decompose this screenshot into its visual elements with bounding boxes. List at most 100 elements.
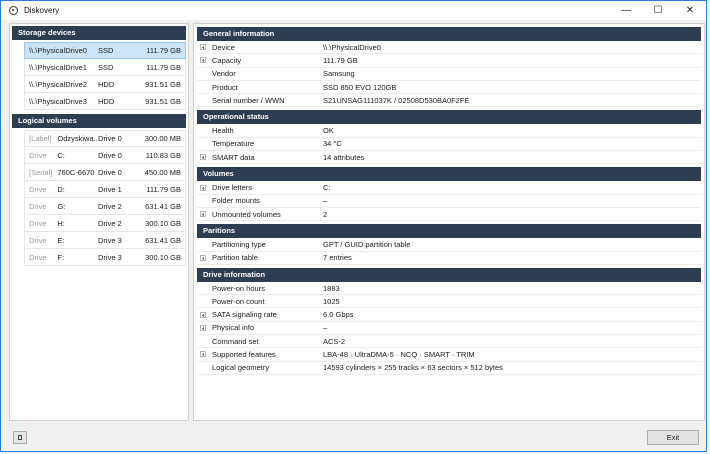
expand-icon[interactable] — [197, 57, 209, 64]
volume-size: 300.10 GB — [145, 218, 181, 228]
property-row[interactable]: Drive letters C: — [197, 181, 701, 195]
property-value: 14593 cylinders × 255 tracks × 63 sector… — [323, 363, 503, 373]
plus-icon — [200, 57, 206, 64]
volume-row[interactable]: [Label] Odzyskiwa... Drive 0 300.00 MB — [24, 130, 186, 147]
property-row[interactable]: Unmounted volumes 2 — [197, 208, 701, 222]
expand-icon[interactable] — [197, 211, 209, 218]
plus-icon — [200, 351, 206, 358]
device-size: 111.79 GB — [146, 46, 181, 55]
plus-icon — [200, 311, 206, 318]
volume-kind: [Label] — [29, 134, 52, 143]
property-value: 34 °C — [323, 139, 342, 149]
property-row[interactable]: Supported features LBA-48 · UltraDMA-5 · … — [197, 348, 701, 362]
minimize-button[interactable]: — — [610, 1, 642, 20]
bottom-bar: Exit — [1, 425, 706, 451]
property-row: Power-on count 1025 — [197, 295, 701, 309]
volume-name: H: — [57, 218, 65, 228]
volume-size: 111.79 GB — [146, 184, 181, 194]
expand-icon[interactable] — [197, 44, 209, 51]
property-row: Health OK — [197, 124, 701, 138]
volume-size: 300.10 GB — [145, 252, 181, 262]
volume-name: D: — [57, 184, 65, 194]
property-key: Partitioning type — [212, 239, 266, 249]
plus-icon — [200, 211, 206, 218]
property-value: 111.79 GB — [323, 55, 358, 65]
device-size: 931.51 GB — [145, 96, 181, 106]
property-value: ACS-2 — [323, 336, 346, 346]
storage-device-row[interactable]: \\.\PhysicalDrive2 HDD 931.51 GB — [24, 76, 186, 93]
section-header: Paritions — [197, 224, 701, 239]
storage-device-row[interactable]: \\.\PhysicalDrive3 HDD 931.51 GB — [24, 93, 186, 110]
property-row[interactable]: Physical info – — [197, 322, 701, 336]
devices-pane: Storage devices \\.\PhysicalDrive0 SSD 1… — [9, 23, 189, 421]
section-header: General information — [197, 27, 701, 41]
volume-size: 631.41 GB — [145, 201, 181, 211]
property-value: 14 attributes — [323, 152, 365, 162]
property-key: Temperature — [212, 139, 255, 149]
property-row[interactable]: Device \\.\PhysicalDrive0 — [197, 41, 701, 55]
title-bar: Diskovery — ☐ ✕ — [1, 1, 706, 20]
volume-row[interactable]: Drive F: Drive 3 300.10 GB — [24, 249, 186, 266]
property-value: Samsung — [323, 69, 355, 79]
volume-row[interactable]: Drive H: Drive 2 300.10 GB — [24, 215, 186, 232]
expand-icon[interactable] — [197, 324, 209, 331]
expand-icon[interactable] — [197, 351, 209, 358]
property-key: Logical geometry — [212, 363, 270, 373]
copy-button[interactable] — [13, 431, 27, 444]
expand-icon[interactable] — [197, 184, 209, 191]
device-type: SSD — [98, 46, 114, 55]
volume-drive: Drive 0 — [98, 167, 122, 177]
property-value: SSD 850 EVO 120GB — [323, 82, 397, 92]
device-type: SSD — [98, 62, 114, 72]
plus-icon — [200, 44, 206, 51]
property-row[interactable]: Partition table 7 entries — [197, 252, 701, 265]
device-size: 931.51 GB — [145, 79, 181, 89]
property-key: Drive letters — [212, 183, 253, 193]
volume-name: F: — [57, 252, 65, 262]
property-row: Command set ACS-2 — [197, 335, 701, 349]
property-key: Device — [212, 42, 235, 52]
plus-icon — [200, 324, 206, 331]
volume-drive: Drive 2 — [98, 201, 122, 211]
property-row: Serial number / WWN S21UNSAG111037K / 025… — [197, 94, 701, 108]
property-value: C: — [323, 183, 331, 193]
storage-device-row[interactable]: \\.\PhysicalDrive1 SSD 111.79 GB — [24, 59, 186, 76]
device-name: \\.\PhysicalDrive1 — [29, 62, 87, 72]
property-key: Command set — [212, 336, 259, 346]
expand-icon[interactable] — [197, 311, 209, 318]
property-row: Partitioning type GPT / GUID partition ta… — [197, 238, 701, 252]
app-logo-icon — [9, 6, 18, 15]
volume-drive: Drive 1 — [98, 184, 122, 194]
property-row[interactable]: SATA signaling rate 6.0 Gbps — [197, 308, 701, 322]
property-value: OK — [323, 126, 334, 136]
property-row[interactable]: Capacity 111.79 GB — [197, 54, 701, 68]
device-type: HDD — [98, 79, 115, 89]
volume-row[interactable]: Drive D: Drive 1 111.79 GB — [24, 181, 186, 198]
storage-device-list: \\.\PhysicalDrive0 SSD 111.79 GB \\.\Phy… — [10, 42, 188, 110]
maximize-button[interactable]: ☐ — [642, 1, 674, 20]
property-value: LBA-48 · UltraDMA-5 · NCQ · SMART · TRIM — [323, 349, 475, 359]
expand-icon[interactable] — [197, 254, 209, 261]
property-row[interactable]: SMART data 14 attributes — [197, 151, 701, 165]
storage-device-row[interactable]: \\.\PhysicalDrive0 SSD 111.79 GB — [24, 42, 186, 59]
window-title: Diskovery — [24, 6, 60, 15]
device-size: 111.79 GB — [146, 62, 181, 72]
plus-icon — [200, 154, 206, 161]
volume-drive: Drive 3 — [98, 235, 122, 245]
volume-row[interactable]: [Serial] 760C-6670 Drive 0 450.00 MB — [24, 164, 186, 181]
volume-kind: [Serial] — [29, 167, 53, 177]
property-value: 1025 — [323, 296, 340, 306]
volume-size: 300.00 MB — [144, 134, 181, 143]
expand-icon[interactable] — [197, 154, 209, 161]
volume-row[interactable]: Drive E: Drive 3 631.41 GB — [24, 232, 186, 249]
close-button[interactable]: ✕ — [674, 1, 706, 20]
property-value: \\.\PhysicalDrive0 — [323, 42, 381, 52]
section-header: Drive information — [197, 267, 701, 282]
property-key: Physical info — [212, 323, 255, 333]
property-value: – — [323, 323, 328, 333]
volume-row[interactable]: Drive G: Drive 2 631.41 GB — [24, 198, 186, 215]
device-type: HDD — [98, 96, 115, 106]
volume-row[interactable]: Drive C: Drive 0 110.83 GB — [24, 147, 186, 164]
exit-button[interactable]: Exit — [647, 430, 699, 445]
property-key: Vendor — [212, 69, 236, 79]
